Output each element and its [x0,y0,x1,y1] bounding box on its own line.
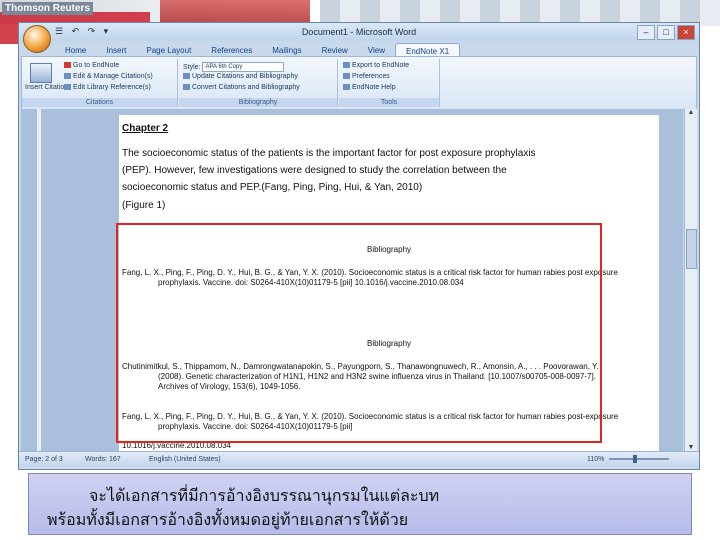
chapter-heading: Chapter 2 [122,123,169,134]
minimize-button[interactable]: – [637,25,655,40]
convert-label: Convert Citations and Bibliography [192,84,300,91]
tools-group: Export to EndNote Preferences EndNote He… [339,59,440,107]
convert-citations-button[interactable]: Convert Citations and Bibliography [183,84,300,91]
insert-citation-button[interactable]: Insert Citation [25,84,68,91]
bibliography-group: Style: APA 6th Copy Update Citations and… [179,59,338,107]
word-window: ☰ ↶ ↷ ▾ Document1 - Microsoft Word – □ ×… [18,22,700,470]
window-controls: – □ × [637,25,695,40]
preferences-label: Preferences [352,73,390,80]
edit-library-reference-button[interactable]: Edit Library Reference(s) [64,84,151,91]
style-row: Style: APA 6th Copy [183,62,285,72]
bibliography-group-label: Bibliography [179,98,337,107]
preferences-icon [343,73,350,80]
style-label: Style: [183,63,201,71]
scroll-thumb[interactable] [686,229,697,269]
body-paragraph: The socioeconomic status of the patients… [122,148,536,193]
update-citations-button[interactable]: Update Citations and Bibliography [183,73,298,80]
scroll-up-icon[interactable]: ▲ [685,109,697,116]
office-button[interactable] [23,25,51,53]
export-label: Export to EndNote [352,62,410,69]
caption-line-1: จะได้เอกสารที่มีการอ้างอิงบรรณานุกรมในแต… [89,486,440,505]
citations-group: Insert Citation Go to EndNote Edit & Man… [22,59,178,107]
export-to-endnote-button[interactable]: Export to EndNote [343,62,409,69]
tools-group-label: Tools [339,98,439,107]
style-dropdown[interactable]: APA 6th Copy [202,62,285,72]
caption-line-2: พร้อมทั้งมีเอกสารอ้างอิงทั้งหมดอยู่ท้ายเ… [47,510,409,529]
go-to-endnote-button[interactable]: Go to EndNote [64,62,119,69]
page-count[interactable]: Page: 2 of 3 [25,456,63,463]
edit-citation-icon [64,73,71,80]
language-indicator[interactable]: English (United States) [149,456,221,463]
ribbon: Insert Citation Go to EndNote Edit & Man… [21,56,697,110]
highlight-box [116,223,602,443]
close-button[interactable]: × [677,25,695,40]
endnote-icon [64,62,71,69]
title-bar: ☰ ↶ ↷ ▾ Document1 - Microsoft Word – □ × [19,23,699,41]
brand-logo: Thomson Reuters [2,2,94,15]
convert-icon [183,84,190,91]
zoom-slider-handle[interactable] [633,455,637,463]
vertical-ruler [37,109,41,451]
maximize-button[interactable]: □ [657,25,675,40]
zoom-level[interactable]: 110% [587,456,604,463]
edit-library-label: Edit Library Reference(s) [73,84,151,91]
export-icon [343,62,350,69]
preferences-button[interactable]: Preferences [343,73,390,80]
go-to-endnote-label: Go to EndNote [73,62,120,69]
status-bar: Page: 2 of 3 Words: 167 English (United … [19,451,699,467]
update-label: Update Citations and Bibliography [192,73,298,80]
window-title: Document1 - Microsoft Word [301,27,417,37]
update-icon [183,73,190,80]
citations-group-label: Citations [22,98,177,107]
word-count[interactable]: Words: 167 [85,456,121,463]
edit-manage-label: Edit & Manage Citation(s) [73,73,153,80]
endnote-help-button[interactable]: EndNote Help [343,84,396,91]
insert-citation-icon[interactable] [30,63,52,83]
zoom-slider[interactable] [609,458,669,460]
figure-reference: (Figure 1) [122,200,166,211]
edit-manage-citations-button[interactable]: Edit & Manage Citation(s) [64,73,153,80]
scroll-down-icon[interactable]: ▼ [685,444,697,451]
help-icon [343,84,350,91]
help-label: EndNote Help [352,84,396,91]
vertical-scrollbar[interactable]: ▲ ▼ [684,109,697,451]
caption-box: จะได้เอกสารที่มีการอ้างอิงบรรณานุกรมในแต… [28,473,692,535]
library-icon [64,84,71,91]
